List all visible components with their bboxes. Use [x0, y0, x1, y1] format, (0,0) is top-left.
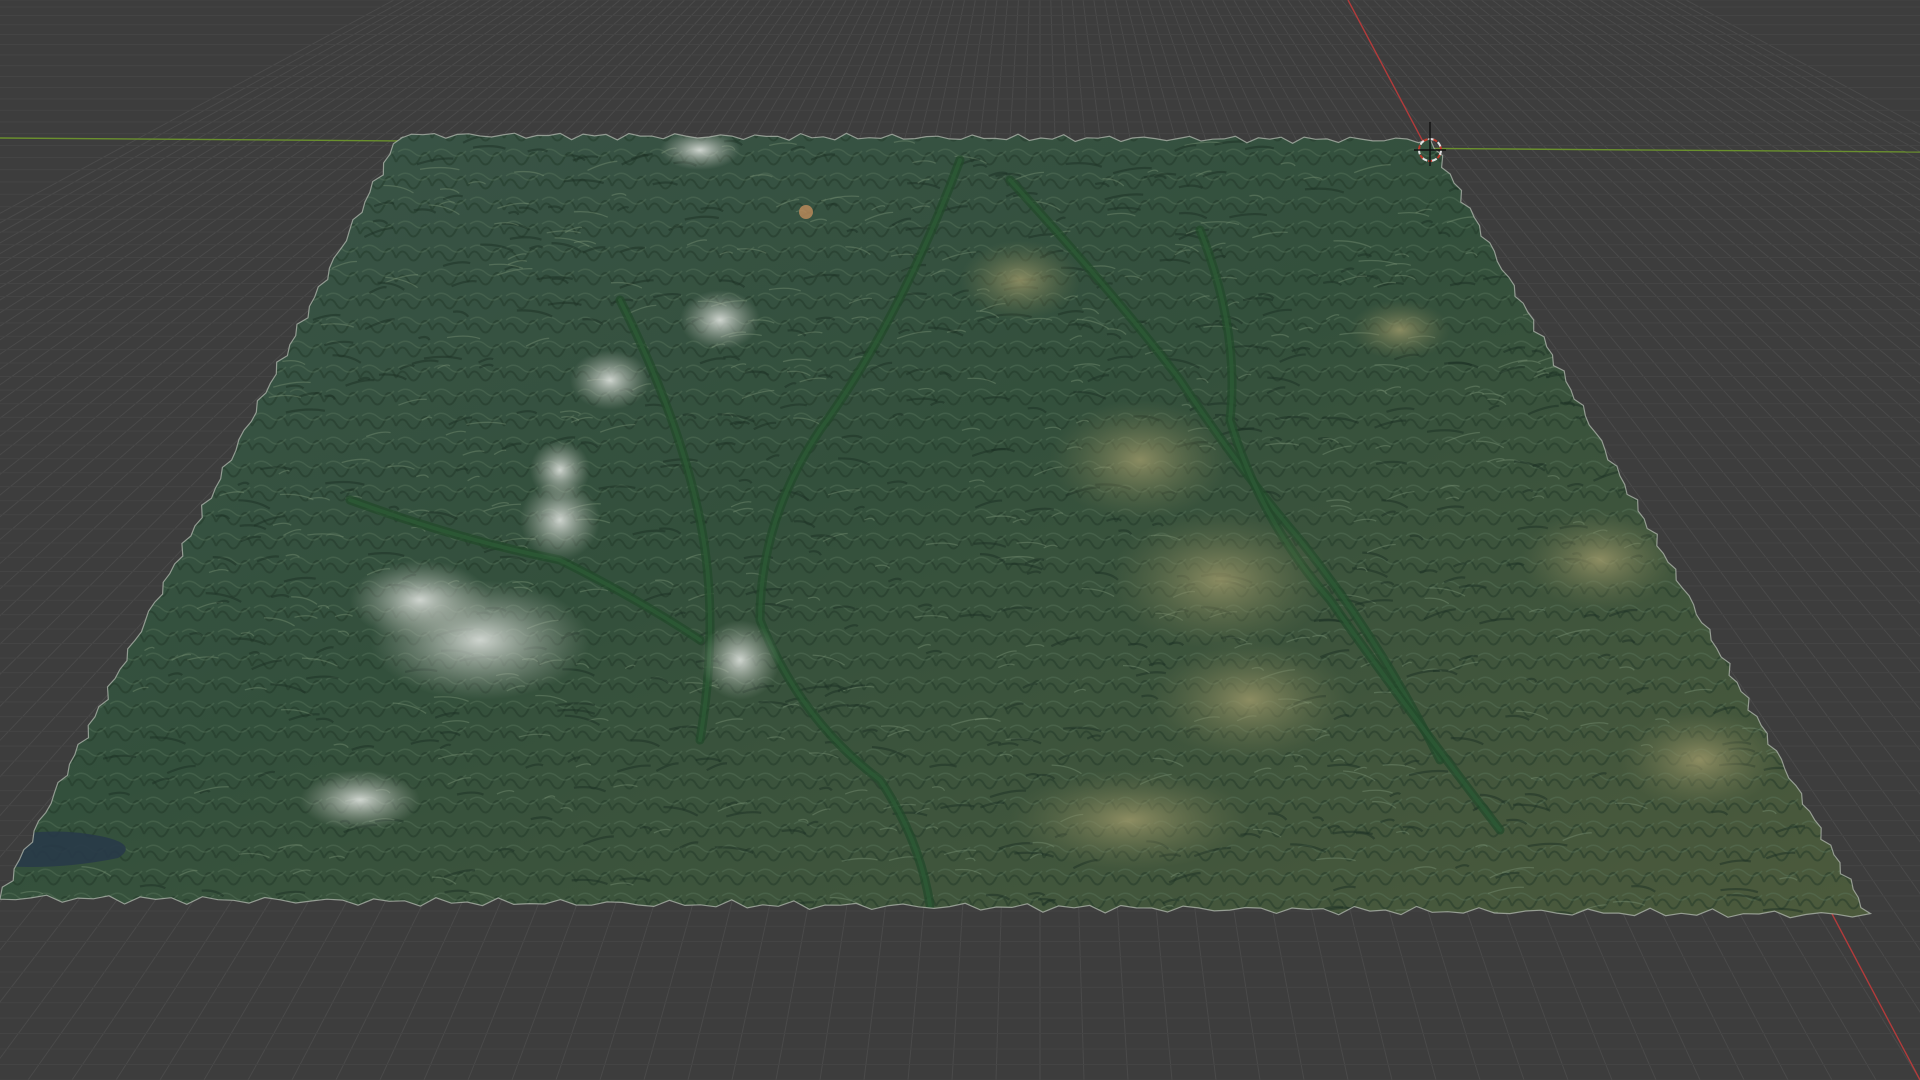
terrain-ridge-highlight: [1050, 400, 1230, 520]
terrain-snow-peak: [700, 620, 780, 700]
terrain-snow-peak: [570, 350, 650, 410]
terrain-ridge-highlight: [1350, 300, 1450, 360]
terrain-ridge-highlight: [960, 240, 1080, 320]
terrain-ridge-highlight: [1150, 640, 1350, 760]
viewport-canvas[interactable]: [0, 0, 1920, 1080]
terrain-snow-peak: [350, 560, 490, 640]
terrain-ridge-highlight: [1010, 770, 1250, 870]
terrain-snow-peak: [680, 290, 760, 350]
terrain-feature: [799, 205, 813, 219]
terrain-snow-peak: [300, 770, 420, 830]
terrain-snow-peak: [530, 440, 590, 500]
3d-viewport[interactable]: [0, 0, 1920, 1080]
terrain-ridge-highlight: [1620, 710, 1780, 810]
terrain-ridge-highlight: [1110, 510, 1330, 650]
